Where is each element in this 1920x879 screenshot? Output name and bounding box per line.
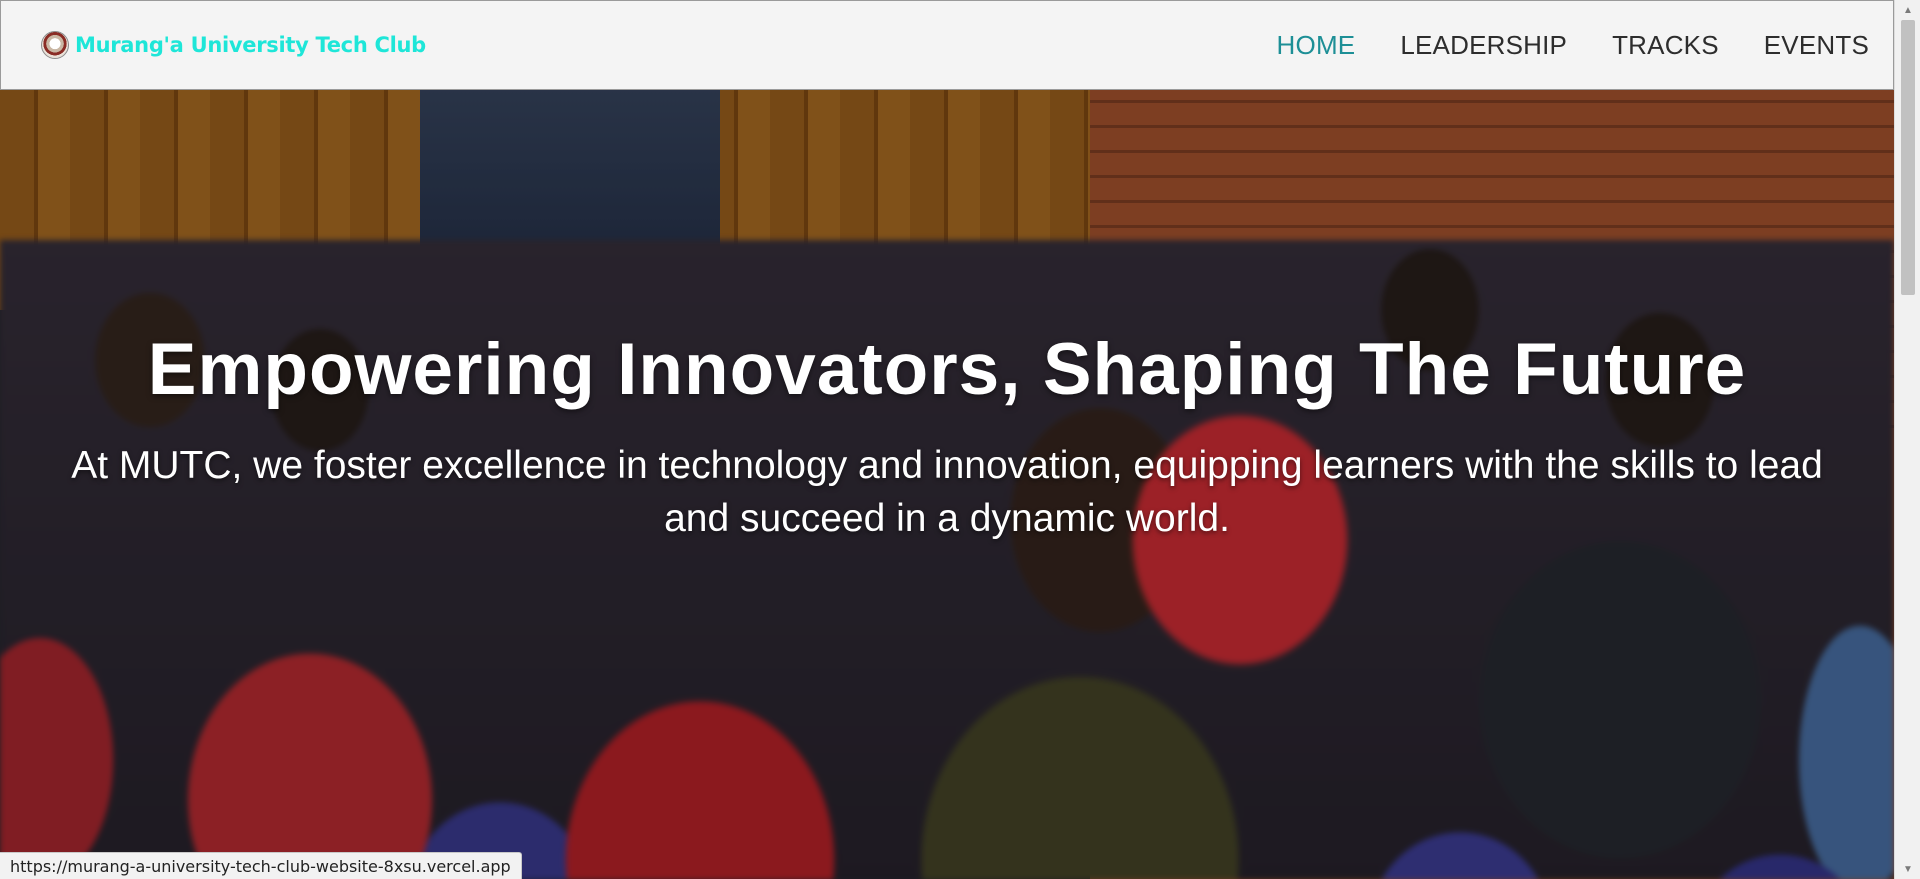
hero-subtitle: At MUTC, we foster excellence in technol… [71, 444, 1823, 540]
main-nav: HOME LEADERSHIP TRACKS EVENTS [1232, 30, 1869, 61]
hero-content: Empowering Innovators, Shaping The Futur… [0, 329, 1894, 546]
nav-item-events[interactable]: EVENTS [1764, 30, 1869, 61]
vertical-scrollbar[interactable]: ▲ ▼ [1894, 0, 1920, 879]
page: Murang'a University Tech Club HOME LEADE… [0, 0, 1920, 879]
nav-item-tracks[interactable]: TRACKS [1612, 30, 1719, 61]
nav-item-leadership[interactable]: LEADERSHIP [1400, 30, 1567, 61]
scroll-up-arrow-icon[interactable]: ▲ [1895, 0, 1920, 20]
scroll-down-arrow-icon[interactable]: ▼ [1895, 859, 1920, 879]
nav-item-home[interactable]: HOME [1277, 30, 1356, 61]
hero-section: Empowering Innovators, Shaping The Futur… [0, 90, 1894, 879]
scrollbar-thumb[interactable] [1901, 20, 1915, 295]
university-seal-icon [41, 31, 69, 59]
hero-title: Empowering Innovators, Shaping The Futur… [147, 329, 1747, 410]
status-bar-url: https://murang-a-university-tech-club-we… [0, 852, 522, 879]
brand-link[interactable]: Murang'a University Tech Club [41, 31, 426, 59]
brand-name: Murang'a University Tech Club [75, 33, 426, 57]
navbar: Murang'a University Tech Club HOME LEADE… [0, 0, 1894, 90]
